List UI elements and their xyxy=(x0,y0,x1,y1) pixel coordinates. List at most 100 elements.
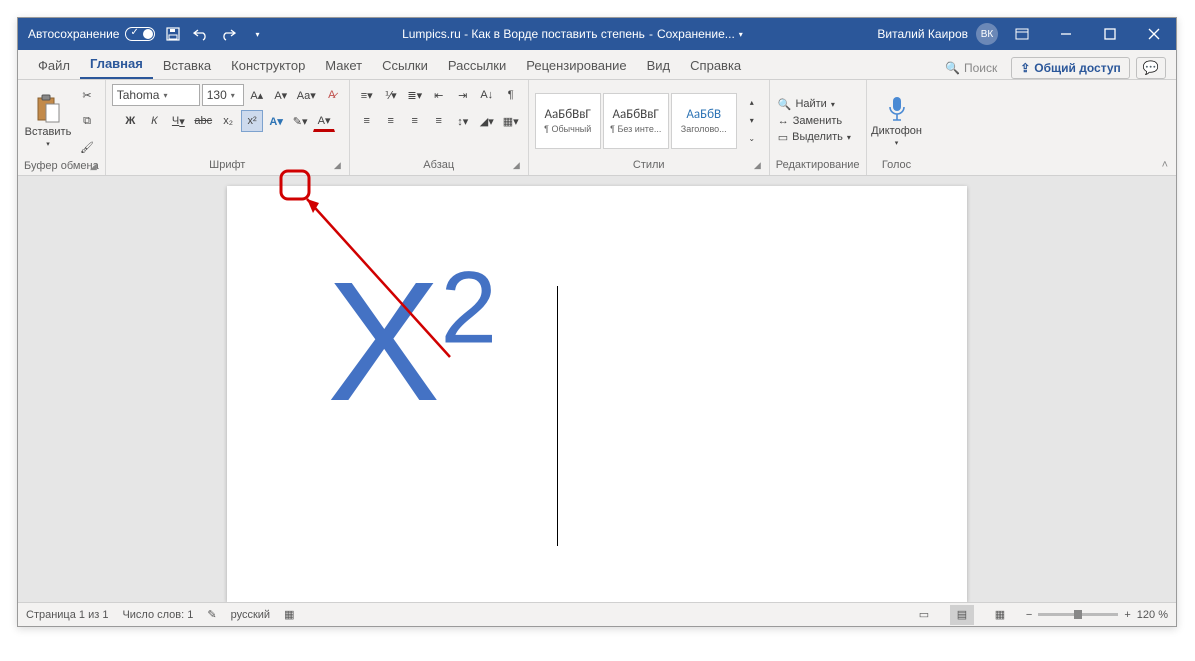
clear-format-icon[interactable]: A̷ xyxy=(321,84,343,106)
macro-icon[interactable]: ▦ xyxy=(284,608,294,621)
group-font: Tahoma▾ 130▾ A▴ A▾ Aa▾ A̷ Ж К Ч▾ abc x₂ … xyxy=(106,80,350,175)
read-mode-icon[interactable]: ▭ xyxy=(912,605,936,625)
word-count[interactable]: Число слов: 1 xyxy=(122,609,193,621)
line-spacing-icon[interactable]: ↕▾ xyxy=(452,110,474,132)
paste-button[interactable]: Вставить▾ xyxy=(24,88,72,154)
user-name[interactable]: Виталий Каиров xyxy=(877,27,968,41)
tab-file[interactable]: Файл xyxy=(28,52,80,79)
font-launcher-icon[interactable]: ◢ xyxy=(334,160,341,171)
voice-label: Голос xyxy=(882,159,911,171)
undo-icon[interactable] xyxy=(191,24,211,44)
show-marks-icon[interactable]: ¶ xyxy=(500,84,522,106)
autosave-label: Автосохранение xyxy=(28,27,119,41)
tab-view[interactable]: Вид xyxy=(637,52,681,79)
copy-icon[interactable]: ⧉ xyxy=(76,110,98,132)
minimize-icon[interactable] xyxy=(1046,18,1086,50)
format-painter-icon[interactable]: 🖌 xyxy=(76,136,98,158)
align-left-icon[interactable]: ≡ xyxy=(356,110,378,132)
dictate-button[interactable]: Диктофон▾ xyxy=(873,88,921,154)
styles-scroll-down-icon[interactable]: ▾ xyxy=(741,112,763,130)
user-avatar[interactable]: ВК xyxy=(976,23,998,45)
autosave-toggle[interactable]: Автосохранение ✓ xyxy=(28,27,155,41)
comments-button[interactable]: 💬 xyxy=(1136,57,1166,79)
styles-expand-icon[interactable]: ⌄ xyxy=(741,130,763,148)
document-area[interactable]: X2 xyxy=(18,176,1176,602)
find-button[interactable]: 🔍Найти▾ xyxy=(776,97,853,112)
save-icon[interactable] xyxy=(163,24,183,44)
tab-references[interactable]: Ссылки xyxy=(372,52,438,79)
zoom-slider[interactable] xyxy=(1038,613,1118,616)
tab-mailings[interactable]: Рассылки xyxy=(438,52,516,79)
change-case-icon[interactable]: Aa▾ xyxy=(294,84,319,106)
style-no-spacing[interactable]: АаБбВвГ ¶ Без инте... xyxy=(603,93,669,149)
superscript-button[interactable]: x² xyxy=(241,110,263,132)
zoom-level[interactable]: 120 % xyxy=(1137,609,1168,621)
grow-font-icon[interactable]: A▴ xyxy=(246,84,268,106)
paragraph-launcher-icon[interactable]: ◢ xyxy=(513,160,520,171)
borders-icon[interactable]: ▦▾ xyxy=(500,110,522,132)
italic-button[interactable]: К xyxy=(143,110,165,132)
bullets-icon[interactable]: ≡▾ xyxy=(356,84,378,106)
tab-insert[interactable]: Вставка xyxy=(153,52,221,79)
tab-design[interactable]: Конструктор xyxy=(221,52,315,79)
font-size-combo[interactable]: 130▾ xyxy=(202,84,244,106)
close-icon[interactable] xyxy=(1134,18,1174,50)
subscript-button[interactable]: x₂ xyxy=(217,110,239,132)
cut-icon[interactable]: ✂ xyxy=(76,84,98,106)
strike-button[interactable]: abc xyxy=(191,110,215,132)
print-layout-icon[interactable]: ▤ xyxy=(950,605,974,625)
group-voice: Диктофон▾ Голос xyxy=(867,80,927,175)
group-styles: АаБбВвГ ¶ Обычный АаБбВвГ ¶ Без инте... … xyxy=(529,80,770,175)
zoom-in-icon[interactable]: + xyxy=(1124,609,1130,621)
text-effects-icon[interactable]: A▾ xyxy=(265,110,287,132)
title-bar: Автосохранение ✓ ▾ Lumpics.ru - Как в Во… xyxy=(18,18,1176,50)
font-color-icon[interactable]: A▾ xyxy=(313,110,335,132)
inc-indent-icon[interactable]: ⇥ xyxy=(452,84,474,106)
zoom-out-icon[interactable]: − xyxy=(1026,609,1032,621)
editing-label: Редактирование xyxy=(776,159,860,171)
saving-status: Сохранение... xyxy=(657,27,735,41)
share-button[interactable]: ⇪ Общий доступ xyxy=(1011,57,1130,79)
tab-home[interactable]: Главная xyxy=(80,50,153,79)
numbering-icon[interactable]: ⅟▾ xyxy=(380,84,402,106)
redo-icon[interactable] xyxy=(219,24,239,44)
multilevel-icon[interactable]: ≣▾ xyxy=(404,84,426,106)
maximize-icon[interactable] xyxy=(1090,18,1130,50)
select-button[interactable]: ▭Выделить▾ xyxy=(776,130,853,145)
qat-dropdown-icon[interactable]: ▾ xyxy=(247,24,267,44)
sort-icon[interactable]: A↓ xyxy=(476,84,498,106)
page[interactable]: X2 xyxy=(227,186,967,602)
spellcheck-icon[interactable]: ✎ xyxy=(207,608,216,621)
styles-scroll-up-icon[interactable]: ▴ xyxy=(741,94,763,112)
web-layout-icon[interactable]: ▦ xyxy=(988,605,1012,625)
dec-indent-icon[interactable]: ⇤ xyxy=(428,84,450,106)
ribbon-options-icon[interactable] xyxy=(1002,18,1042,50)
tab-help[interactable]: Справка xyxy=(680,52,751,79)
style-heading1[interactable]: АаБбВ Заголово... xyxy=(671,93,737,149)
search-box[interactable]: 🔍 Поиск xyxy=(937,57,1005,79)
tab-review[interactable]: Рецензирование xyxy=(516,52,636,79)
search-icon: 🔍 xyxy=(945,61,960,75)
align-right-icon[interactable]: ≡ xyxy=(404,110,426,132)
highlight-icon[interactable]: ✎▾ xyxy=(289,110,311,132)
shrink-font-icon[interactable]: A▾ xyxy=(270,84,292,106)
styles-launcher-icon[interactable]: ◢ xyxy=(754,160,761,171)
font-name-combo[interactable]: Tahoma▾ xyxy=(112,84,200,106)
style-normal[interactable]: АаБбВвГ ¶ Обычный xyxy=(535,93,601,149)
styles-label: Стили xyxy=(633,159,665,171)
collapse-ribbon-icon[interactable]: ˄ xyxy=(1154,155,1176,175)
document-text[interactable]: X2 xyxy=(327,247,497,437)
language-status[interactable]: русский xyxy=(231,609,270,621)
bold-button[interactable]: Ж xyxy=(119,110,141,132)
justify-icon[interactable]: ≡ xyxy=(428,110,450,132)
shading-icon[interactable]: ◢▾ xyxy=(476,110,498,132)
align-center-icon[interactable]: ≡ xyxy=(380,110,402,132)
underline-button[interactable]: Ч▾ xyxy=(167,110,189,132)
page-status[interactable]: Страница 1 из 1 xyxy=(26,609,108,621)
tab-layout[interactable]: Макет xyxy=(315,52,372,79)
clipboard-launcher-icon[interactable]: ◢ xyxy=(90,161,97,172)
status-bar: Страница 1 из 1 Число слов: 1 ✎ русский … xyxy=(18,602,1176,626)
paragraph-label: Абзац xyxy=(423,159,454,171)
replace-button[interactable]: ↔Заменить xyxy=(776,114,853,128)
select-icon: ▭ xyxy=(778,131,788,144)
